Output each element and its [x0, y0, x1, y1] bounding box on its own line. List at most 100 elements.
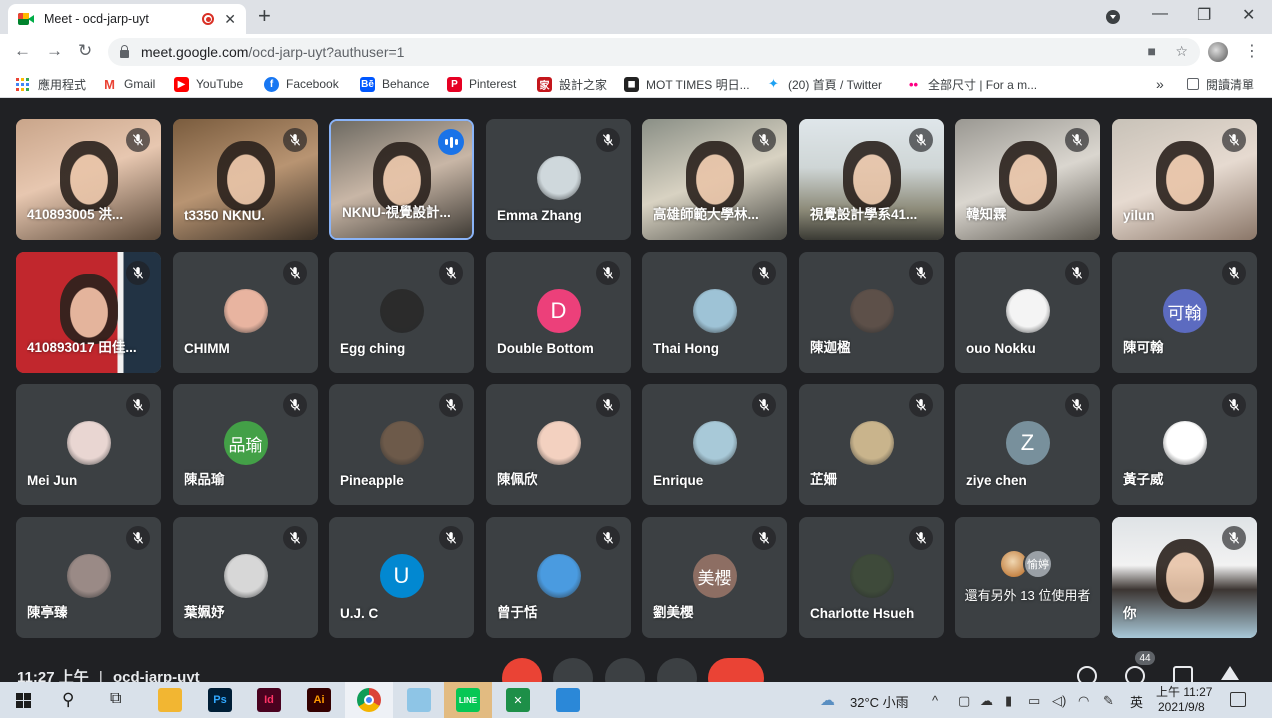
camera-toggle-button[interactable] [553, 658, 593, 682]
participant-tile[interactable]: 視覺設計學系41... [799, 119, 944, 240]
participant-tile[interactable]: D Double Bottom [486, 252, 631, 373]
lock-icon[interactable] [120, 45, 129, 58]
participant-tile[interactable]: 芷姍 [799, 384, 944, 505]
address-bar[interactable]: meet.google.com/ocd-jarp-uyt?authuser=1 … [108, 38, 1200, 66]
avatar: 品瑜 [223, 421, 268, 465]
bookmark-facebook[interactable]: f Facebook [264, 76, 339, 92]
participant-tile[interactable]: 410893017 田佳... [16, 252, 161, 373]
reading-list-button[interactable]: 閱讀清單 [1187, 76, 1254, 92]
app-icon[interactable] [407, 688, 431, 712]
pen-icon[interactable]: ✎ [1103, 693, 1114, 709]
participant-tile[interactable]: U U.J. C [329, 517, 474, 638]
bookmark-star-icon[interactable]: ■ ☆ [1148, 43, 1188, 60]
chrome-icon[interactable] [357, 688, 381, 712]
bookmark-gmail[interactable]: M Gmail [102, 76, 155, 92]
tray-chevron-icon[interactable]: ^ [932, 693, 938, 708]
mot-times-icon: ◼ [624, 76, 639, 92]
chat-icon[interactable] [1173, 666, 1193, 682]
participant-tile[interactable]: t3350 NKNU. [173, 119, 318, 240]
bookmark-twitter[interactable]: ✦ (20) 首頁 / Twitter [766, 76, 882, 92]
photos-icon[interactable] [556, 688, 580, 712]
participant-tile[interactable]: 高雄師範大學林... [642, 119, 787, 240]
participant-tile[interactable]: 陳迦楹 [799, 252, 944, 373]
bookmark-flickr[interactable]: •• 全部尺寸 | For a m... [906, 76, 1037, 92]
participant-tile[interactable]: Zziye chen [955, 384, 1100, 505]
tab-search-icon[interactable] [1106, 10, 1120, 24]
bookmark-mot-times[interactable]: ◼ MOT TIMES 明日... [624, 76, 750, 92]
participant-tile[interactable]: 品瑜 陳品瑜 [173, 384, 318, 505]
weather-text[interactable]: 32°C 小雨 [850, 692, 909, 711]
bookmark-apps-grid[interactable]: 應用程式 [16, 76, 86, 92]
bookmark-pinterest[interactable]: P Pinterest [447, 76, 516, 92]
microphone-icon[interactable]: ▮ [1005, 693, 1012, 709]
bookmark-youtube[interactable]: ▶ YouTube [174, 76, 243, 92]
back-button[interactable]: ← [14, 41, 31, 61]
meeting-details-icon[interactable] [1077, 666, 1097, 682]
mic-muted-icon [909, 526, 933, 550]
forward-button[interactable]: → [46, 41, 63, 61]
tray-device-icon[interactable]: ▢ [958, 693, 970, 709]
participant-tile[interactable]: Egg ching [329, 252, 474, 373]
window-minimize-button[interactable]: — [1152, 5, 1168, 23]
bookmarks-overflow-button[interactable]: » [1156, 76, 1164, 92]
bookmark-design-home[interactable]: 家設計之家 [537, 76, 607, 92]
participant-tile[interactable]: Charlotte Hsueh [799, 517, 944, 638]
participant-tile[interactable]: 陳佩欣 [486, 384, 631, 505]
participant-tile[interactable]: 韓知霖 [955, 119, 1100, 240]
participant-name: Pineapple [340, 473, 404, 488]
participant-tile[interactable]: NKNU-視覺設計... [329, 119, 474, 240]
file-explorer-icon[interactable] [158, 688, 182, 712]
participant-tile[interactable]: yilun [1112, 119, 1257, 240]
bookmark-behance[interactable]: Bē Behance [360, 76, 429, 92]
excel-icon[interactable]: ✕ [506, 688, 530, 712]
clock-time[interactable]: 上午 11:27 [1156, 683, 1212, 700]
reload-button[interactable]: ↻ [78, 41, 92, 61]
participant-tile[interactable]: Enrique [642, 384, 787, 505]
browser-tab-meet[interactable]: Meet - ocd-jarp-uyt ✕ [8, 4, 246, 34]
browser-menu-icon[interactable]: ⋮ [1244, 41, 1260, 61]
notification-center-icon[interactable] [1230, 692, 1246, 707]
indesign-icon[interactable]: Id [257, 688, 281, 712]
illustrator-icon[interactable]: Ai [307, 688, 331, 712]
task-view-icon[interactable]: ⧉ [110, 690, 121, 708]
participant-tile[interactable]: Thai Hong [642, 252, 787, 373]
participant-tile[interactable]: 410893005 洪... [16, 119, 161, 240]
participant-tile[interactable]: ouo Nokku [955, 252, 1100, 373]
participant-name: ouo Nokku [966, 341, 1036, 356]
search-icon[interactable]: ⚲ [62, 690, 74, 710]
participant-tile[interactable]: CHIMM [173, 252, 318, 373]
more-participants-tile[interactable]: 愉婷 還有另外 13 位使用者 [955, 517, 1100, 638]
wifi-icon[interactable]: ◠ [1078, 693, 1089, 709]
window-close-button[interactable]: ✕ [1242, 5, 1255, 25]
tab-close-button[interactable]: ✕ [224, 11, 236, 28]
avatar [536, 156, 581, 200]
onedrive-icon[interactable]: ☁ [980, 693, 993, 709]
participant-tile[interactable]: 陳亭臻 [16, 517, 161, 638]
mic-toggle-button[interactable] [502, 658, 542, 682]
profile-avatar[interactable] [1208, 42, 1228, 62]
photoshop-icon[interactable]: Ps [208, 688, 232, 712]
participant-tile[interactable]: 可翰 陳可翰 [1112, 252, 1257, 373]
line-app-icon[interactable]: LINE [456, 688, 480, 712]
participant-tile[interactable]: Pineapple [329, 384, 474, 505]
participant-tile[interactable]: 黃子威 [1112, 384, 1257, 505]
clock-date[interactable]: 2021/9/8 [1158, 700, 1205, 714]
new-tab-button[interactable]: + [258, 5, 271, 27]
self-video-tile[interactable]: 你 [1112, 517, 1257, 638]
battery-icon[interactable]: ▭ [1028, 693, 1040, 709]
participant-tile[interactable]: Mei Jun [16, 384, 161, 505]
ime-indicator[interactable]: 英 [1130, 692, 1143, 711]
present-screen-button[interactable] [605, 658, 645, 682]
window-restore-button[interactable]: ❐ [1197, 5, 1211, 25]
participant-tile[interactable]: 美櫻 劉美櫻 [642, 517, 787, 638]
participant-tile[interactable]: 曾于恬 [486, 517, 631, 638]
participant-tile[interactable]: Emma Zhang [486, 119, 631, 240]
end-call-button[interactable] [708, 658, 764, 682]
activities-icon[interactable] [1221, 666, 1239, 680]
participant-tile[interactable]: 葉姵妤 [173, 517, 318, 638]
windows-start-icon[interactable] [16, 693, 31, 708]
more-options-button[interactable] [657, 658, 697, 682]
volume-icon[interactable]: ◁) [1052, 693, 1066, 709]
people-icon[interactable] [1125, 666, 1145, 682]
participant-face [685, 140, 744, 211]
